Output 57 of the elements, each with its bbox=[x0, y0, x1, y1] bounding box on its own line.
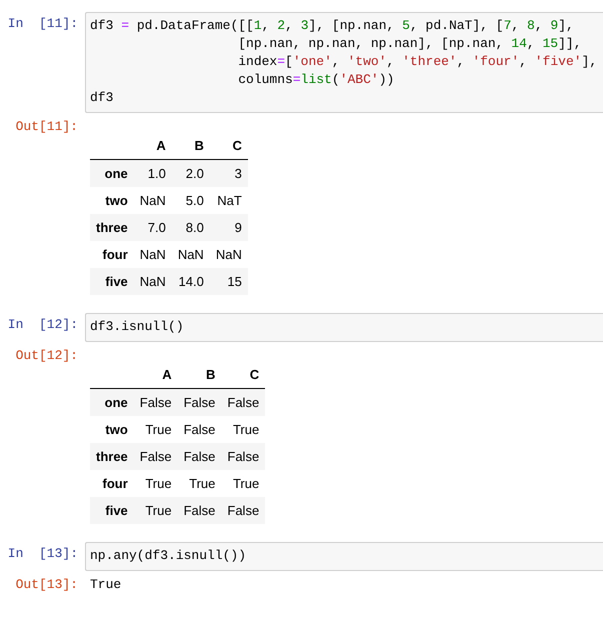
code-cell[interactable]: np.any(df3.isnull()) bbox=[85, 542, 603, 571]
table-cell: 8.0 bbox=[172, 214, 210, 241]
table-cell: True bbox=[221, 416, 266, 443]
table-cell: True bbox=[134, 470, 178, 497]
table-cell: False bbox=[221, 388, 266, 416]
input-prompt: In [12]: bbox=[6, 316, 79, 332]
row-header: four bbox=[90, 241, 134, 268]
code-line: columns=list('ABC')) bbox=[237, 71, 394, 89]
table-cell: NaN bbox=[134, 187, 172, 214]
row-header: one bbox=[90, 388, 134, 416]
row-header: one bbox=[90, 160, 134, 187]
table-cell: NaN bbox=[134, 241, 172, 268]
output-prompt: Out[12]: bbox=[14, 348, 79, 363]
table-cell: False bbox=[134, 388, 178, 416]
table-cell: False bbox=[221, 497, 266, 524]
table-cell: 7.0 bbox=[134, 214, 172, 241]
table-cell: 9 bbox=[210, 214, 248, 241]
code-line: [np.nan, np.nan, np.nan], [np.nan, 14, 15]], bbox=[237, 35, 582, 53]
code-line: df3.isnull() bbox=[90, 318, 184, 336]
table-cell: True bbox=[134, 497, 178, 524]
code-cell[interactable]: df3.isnull() bbox=[85, 313, 603, 342]
table-cell: False bbox=[134, 443, 178, 470]
code-line: np.any(df3.isnull()) bbox=[90, 547, 246, 565]
row-header: three bbox=[90, 214, 134, 241]
table-cell: NaN bbox=[134, 268, 172, 295]
row-header: five bbox=[90, 268, 134, 295]
output-text: True bbox=[89, 577, 122, 592]
table-cell: NaN bbox=[172, 241, 210, 268]
output-prompt: Out[13]: bbox=[14, 577, 79, 592]
table-cell: 14.0 bbox=[172, 268, 210, 295]
table-cell: False bbox=[178, 388, 222, 416]
code-line: df3 bbox=[90, 89, 114, 107]
table-cell: False bbox=[178, 443, 222, 470]
table-cell: True bbox=[178, 470, 222, 497]
table-cell: True bbox=[134, 416, 178, 443]
row-header: three bbox=[90, 443, 134, 470]
table-cell: False bbox=[178, 497, 222, 524]
table-cell: True bbox=[221, 470, 266, 497]
table-cell: 1.0 bbox=[134, 160, 172, 187]
code-line: index=['one', 'two', 'three', 'four', 'five'], bbox=[237, 53, 598, 71]
row-header: five bbox=[90, 497, 134, 524]
table-cell: 15 bbox=[210, 268, 248, 295]
table-cell: NaN bbox=[210, 241, 248, 268]
table-cell: 5.0 bbox=[172, 187, 210, 214]
code-cell[interactable]: df3 = pd.DataFrame([[1, 2, 3], [np.nan, 5, pd.NaT], [7, 8, 9], [np.nan, np.nan, np.nan], [np.nan, 14, 15]], index=['one', 'two', 'three', 'four', 'five'], columns=list('ABC')) df3 bbox=[85, 12, 603, 113]
row-header: two bbox=[90, 416, 134, 443]
input-prompt: In [11]: bbox=[6, 15, 79, 31]
row-header: two bbox=[90, 187, 134, 214]
code-line: df3 = pd.DataFrame([[1, 2, 3], [np.nan, 5, pd.NaT], [7, 8, 9], bbox=[90, 17, 574, 35]
table-cell: False bbox=[178, 416, 222, 443]
table-cell: 2.0 bbox=[172, 160, 210, 187]
table-cell: False bbox=[221, 443, 266, 470]
output-prompt: Out[11]: bbox=[14, 119, 79, 134]
table-cell: NaT bbox=[210, 187, 248, 214]
row-header: four bbox=[90, 470, 134, 497]
table-cell: 3 bbox=[210, 160, 248, 187]
input-prompt: In [13]: bbox=[6, 545, 79, 561]
